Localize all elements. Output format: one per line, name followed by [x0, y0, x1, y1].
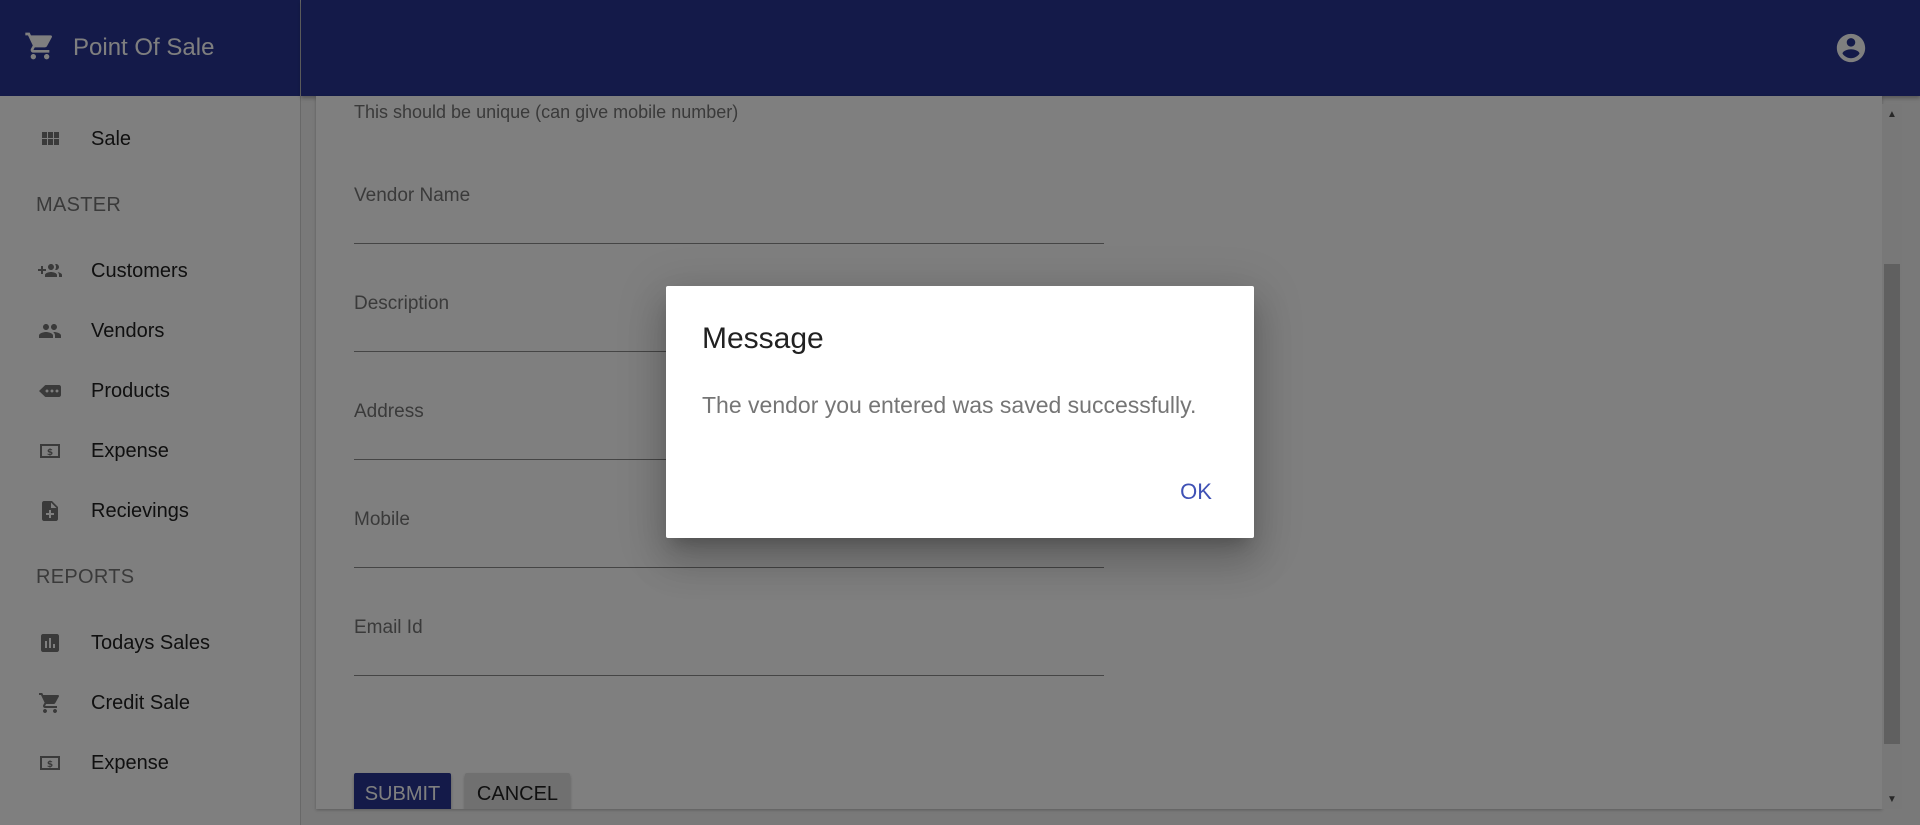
dialog-message: The vendor you entered was saved success…: [702, 392, 1197, 418]
dialog-title: Message: [702, 322, 824, 355]
message-dialog: Message The vendor you entered was saved…: [666, 286, 1254, 538]
ok-button[interactable]: OK: [1164, 472, 1228, 512]
